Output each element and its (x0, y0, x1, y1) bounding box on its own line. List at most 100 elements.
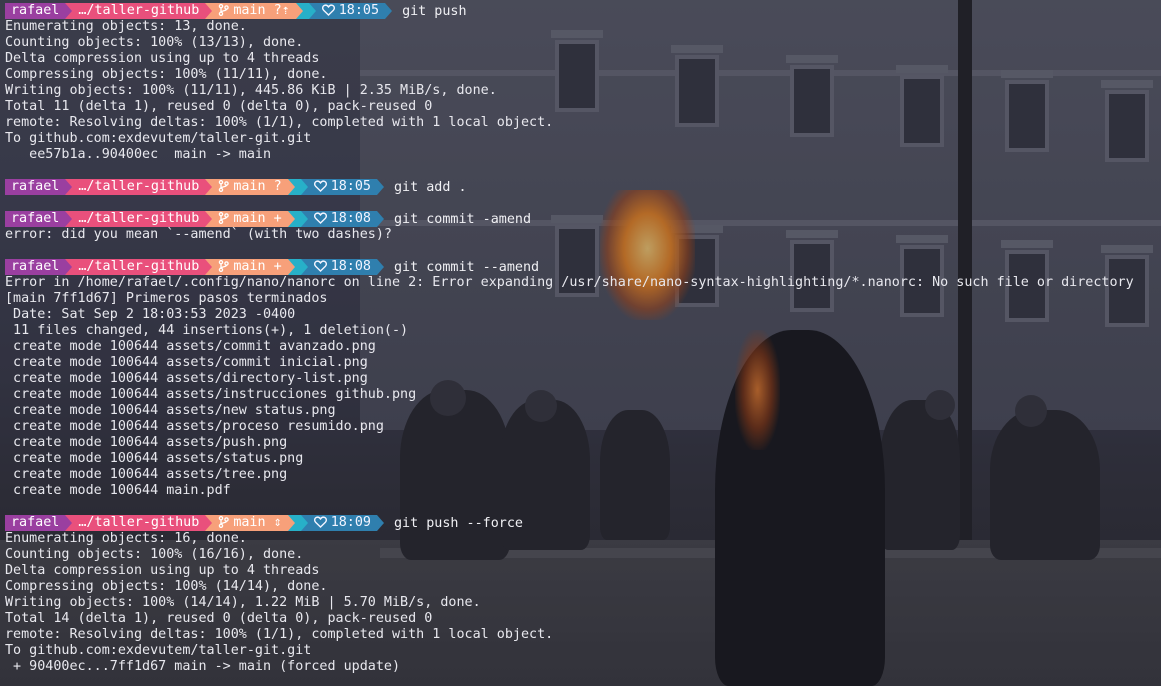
powerline-separator (205, 3, 213, 19)
output-line: error: did you mean `--amend` (with two … (5, 227, 392, 242)
prompt-clock: 18:08 (330, 259, 371, 274)
powerline-separator (377, 259, 384, 275)
powerline-separator (205, 259, 213, 275)
git-branch-icon (218, 179, 230, 195)
output-line: Writing objects: 100% (11/11), 445.86 Ki… (5, 83, 497, 98)
prompt-git-status: main + (212, 211, 288, 227)
prompt-path: …/taller-github (72, 3, 206, 19)
output-line: create mode 100644 assets/instrucciones … (5, 387, 417, 402)
output-line: create mode 100644 assets/proceso resumi… (5, 419, 384, 434)
prompt-git-flags: + (265, 259, 282, 274)
output-line: Compressing objects: 100% (14/14), done. (5, 579, 328, 594)
powerline-separator (65, 179, 73, 195)
powerline-separator (205, 515, 213, 531)
prompt-clock: 18:05 (338, 3, 380, 18)
output-line: create mode 100644 assets/directory-list… (5, 371, 368, 386)
shell-prompt: rafael …/taller-github main ?⇡ 18:05 git pus… (5, 3, 467, 19)
output-line: Date: Sat Sep 2 18:03:53 2023 -0400 (5, 307, 296, 322)
shell-prompt: rafael …/taller-github main +18:08 git comm… (5, 211, 531, 227)
output-line: [main 7ff1d67] Primeros pasos terminados (5, 291, 328, 306)
powerline-separator (308, 3, 316, 19)
prompt-branch: main (233, 259, 266, 274)
powerline-separator (300, 211, 308, 227)
powerline-separator (377, 179, 384, 195)
output-line: To github.com:exdevutem/taller-git.git (5, 643, 312, 658)
output-line: Enumerating objects: 13, done. (5, 19, 247, 34)
powerline-separator (300, 259, 308, 275)
prompt-command: git push (402, 3, 467, 19)
prompt-git-status: main ?⇡ (212, 3, 296, 19)
prompt-command: git push --force (394, 515, 523, 531)
powerline-separator (287, 259, 295, 275)
output-line: Counting objects: 100% (13/13), done. (5, 35, 304, 50)
shell-prompt: rafael …/taller-github main ⇕ 18:09 git push… (5, 515, 523, 531)
shell-prompt: rafael …/taller-github main ? 18:05 git add … (5, 179, 467, 195)
output-line: create mode 100644 assets/commit avanzad… (5, 339, 376, 354)
output-line: Enumerating objects: 16, done. (5, 531, 247, 546)
powerline-separator (287, 211, 295, 227)
prompt-git-status: main ⇕ (212, 515, 288, 531)
prompt-branch: main (233, 211, 266, 226)
prompt-clock: 18:08 (330, 211, 371, 226)
powerline-separator (205, 211, 213, 227)
heart-icon (313, 259, 327, 275)
heart-icon (313, 211, 327, 227)
powerline-separator (65, 3, 73, 19)
prompt-user: rafael (5, 259, 66, 275)
output-line: Writing objects: 100% (14/14), 1.22 MiB … (5, 595, 481, 610)
output-line: create mode 100644 main.pdf (5, 483, 231, 498)
heart-icon (321, 3, 335, 19)
output-line: create mode 100644 assets/push.png (5, 435, 288, 450)
prompt-branch: main (233, 3, 266, 18)
prompt-user: rafael (5, 211, 66, 227)
prompt-branch: main (233, 515, 266, 530)
prompt-command: git commit --amend (394, 259, 540, 275)
prompt-git-flags: + (265, 211, 282, 226)
powerline-separator (65, 259, 73, 275)
prompt-git-flags: ? (265, 179, 282, 194)
terminal-output[interactable]: rafael …/taller-github main ?⇡ 18:05 git pus… (0, 0, 1161, 686)
heart-icon (313, 179, 327, 195)
output-line: remote: Resolving deltas: 100% (1/1), co… (5, 115, 554, 130)
prompt-git-status: main + (212, 259, 288, 275)
powerline-separator (300, 179, 308, 195)
powerline-separator (377, 515, 384, 531)
prompt-time: 18:09 (307, 515, 377, 531)
powerline-separator (287, 515, 295, 531)
shell-prompt: rafael …/taller-github main +18:08 git comm… (5, 259, 539, 275)
prompt-git-flags: ?⇡ (265, 3, 290, 18)
output-line: Error in /home/rafael/.config/nano/nanor… (5, 275, 1134, 290)
prompt-time: 18:08 (307, 259, 377, 275)
output-line: Total 11 (delta 1), reused 0 (delta 0), … (5, 99, 433, 114)
output-line: Counting objects: 100% (16/16), done. (5, 547, 304, 562)
prompt-time: 18:05 (315, 3, 386, 19)
git-branch-icon (218, 515, 230, 531)
powerline-separator (205, 179, 213, 195)
powerline-separator (295, 3, 303, 19)
output-line: + 90400ec...7ff1d67 main -> main (forced… (5, 659, 401, 674)
prompt-path: …/taller-github (72, 211, 206, 227)
prompt-user: rafael (5, 515, 66, 531)
prompt-branch: main (233, 179, 266, 194)
output-line: remote: Resolving deltas: 100% (1/1), co… (5, 627, 554, 642)
git-branch-icon (218, 3, 230, 19)
output-line: create mode 100644 assets/commit inicial… (5, 355, 368, 370)
powerline-separator (377, 211, 384, 227)
output-line: Compressing objects: 100% (11/11), done. (5, 67, 328, 82)
powerline-separator (65, 211, 73, 227)
output-line: create mode 100644 assets/new status.png (5, 403, 336, 418)
prompt-path: …/taller-github (72, 259, 206, 275)
prompt-path: …/taller-github (72, 179, 206, 195)
powerline-separator (300, 515, 308, 531)
prompt-user: rafael (5, 3, 66, 19)
output-line: create mode 100644 assets/tree.png (5, 467, 288, 482)
output-line: To github.com:exdevutem/taller-git.git (5, 131, 312, 146)
git-branch-icon (218, 211, 230, 227)
prompt-path: …/taller-github (72, 515, 206, 531)
output-line: 11 files changed, 44 insertions(+), 1 de… (5, 323, 409, 338)
output-line: ee57b1a..90400ec main -> main (5, 147, 272, 162)
prompt-time: 18:05 (307, 179, 377, 195)
prompt-time: 18:08 (307, 211, 377, 227)
output-line: Total 14 (delta 1), reused 0 (delta 0), … (5, 611, 433, 626)
powerline-separator (385, 3, 393, 19)
